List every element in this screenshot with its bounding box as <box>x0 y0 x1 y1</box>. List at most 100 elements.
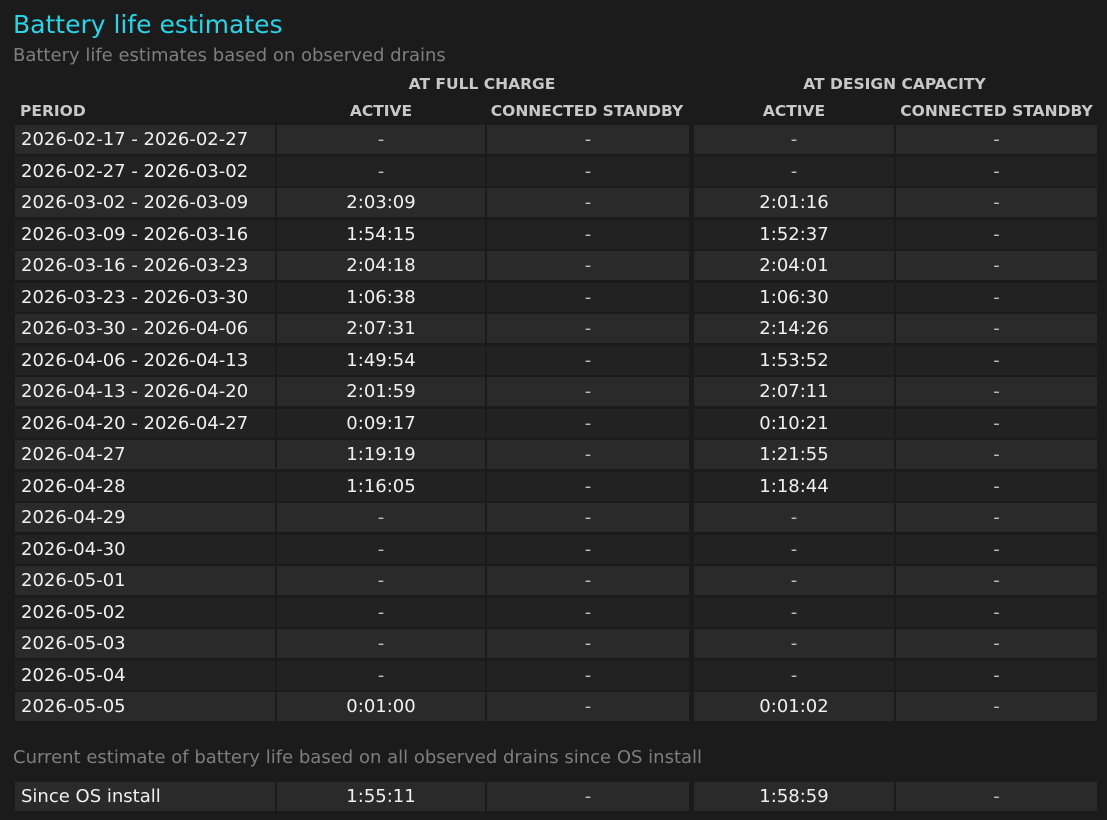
cell-full-charge-active: 2:07:31 <box>277 314 485 343</box>
cell-design-active: 0:10:21 <box>694 409 894 438</box>
cell-full-charge-standby: - <box>487 472 689 501</box>
cell-full-charge-active: 2:04:18 <box>277 251 485 280</box>
cell-design-standby: - <box>896 661 1097 690</box>
cell-design-standby: - <box>896 566 1097 595</box>
cell-full-charge-standby: - <box>487 283 689 312</box>
cell-period: 2026-04-13 - 2026-04-20 <box>15 377 275 406</box>
cell-full-charge-standby: - <box>487 440 689 469</box>
cell-period: 2026-04-20 - 2026-04-27 <box>15 409 275 438</box>
cell-design-standby: - <box>896 314 1097 343</box>
cell-period: 2026-05-03 <box>15 629 275 658</box>
cell-full-charge-standby: - <box>487 661 689 690</box>
cell-design-standby: - <box>896 535 1097 564</box>
cell-design-standby: - <box>896 629 1097 658</box>
cell-design-active: 1:21:55 <box>694 440 894 469</box>
column-header-full-charge-standby: CONNECTED STANDBY <box>490 102 684 120</box>
cell-full-charge-active: 2:01:59 <box>277 377 485 406</box>
cell-full-charge-active: 0:09:17 <box>277 409 485 438</box>
cell-design-standby: - <box>896 188 1097 217</box>
cell-period: 2026-05-05 <box>15 692 275 721</box>
cell-design-standby: - <box>896 346 1097 375</box>
cell-design-active: - <box>694 661 894 690</box>
cell-period: 2026-04-06 - 2026-04-13 <box>15 346 275 375</box>
cell-design-standby: - <box>896 472 1097 501</box>
cell-design-active: - <box>694 125 894 154</box>
cell-design-standby: - <box>896 440 1097 469</box>
cell-design-standby: - <box>896 125 1097 154</box>
cell-full-charge-standby: - <box>487 782 689 811</box>
cell-period: Since OS install <box>15 782 275 811</box>
cell-design-standby: - <box>896 251 1097 280</box>
cell-design-active: - <box>694 598 894 627</box>
cell-design-active: 1:58:59 <box>694 782 894 811</box>
cell-design-standby: - <box>896 409 1097 438</box>
cell-design-active: - <box>694 629 894 658</box>
cell-design-standby: - <box>896 598 1097 627</box>
cell-design-active: - <box>694 503 894 532</box>
cell-period: 2026-05-01 <box>15 566 275 595</box>
cell-full-charge-active: 1:49:54 <box>277 346 485 375</box>
cell-full-charge-active: 1:16:05 <box>277 472 485 501</box>
section-subtitle: Battery life estimates based on observed… <box>13 45 446 66</box>
cell-design-active: - <box>694 535 894 564</box>
cell-period: 2026-04-29 <box>15 503 275 532</box>
cell-design-standby: - <box>896 157 1097 186</box>
cell-full-charge-standby: - <box>487 157 689 186</box>
cell-full-charge-standby: - <box>487 566 689 595</box>
cell-full-charge-standby: - <box>487 535 689 564</box>
cell-full-charge-standby: - <box>487 346 689 375</box>
cell-design-active: 1:18:44 <box>694 472 894 501</box>
cell-full-charge-standby: - <box>487 629 689 658</box>
cell-period: 2026-05-02 <box>15 598 275 627</box>
cell-full-charge-standby: - <box>487 125 689 154</box>
cell-design-active: 2:14:26 <box>694 314 894 343</box>
cell-full-charge-active: - <box>277 535 485 564</box>
cell-design-standby: - <box>896 782 1097 811</box>
cell-design-active: 1:06:30 <box>694 283 894 312</box>
cell-period: 2026-03-30 - 2026-04-06 <box>15 314 275 343</box>
cell-design-standby: - <box>896 503 1097 532</box>
cell-full-charge-standby: - <box>487 314 689 343</box>
cell-design-standby: - <box>896 283 1097 312</box>
cell-period: 2026-03-16 - 2026-03-23 <box>15 251 275 280</box>
cell-full-charge-active: 1:06:38 <box>277 283 485 312</box>
cell-period: 2026-04-28 <box>15 472 275 501</box>
current-estimate-label: Current estimate of battery life based o… <box>13 747 703 768</box>
cell-full-charge-active: - <box>277 503 485 532</box>
cell-full-charge-active: - <box>277 661 485 690</box>
cell-full-charge-standby: - <box>487 251 689 280</box>
cell-full-charge-active: - <box>277 157 485 186</box>
group-header-full-charge: AT FULL CHARGE <box>408 75 556 93</box>
cell-design-active: 1:52:37 <box>694 220 894 249</box>
cell-period: 2026-05-04 <box>15 661 275 690</box>
cell-design-active: - <box>694 566 894 595</box>
cell-full-charge-active: - <box>277 125 485 154</box>
cell-design-standby: - <box>896 377 1097 406</box>
cell-period: 2026-02-17 - 2026-02-27 <box>15 125 275 154</box>
cell-design-active: 2:01:16 <box>694 188 894 217</box>
cell-full-charge-active: 1:54:15 <box>277 220 485 249</box>
column-header-full-charge-active: ACTIVE <box>349 102 413 120</box>
cell-full-charge-standby: - <box>487 377 689 406</box>
cell-full-charge-standby: - <box>487 220 689 249</box>
cell-full-charge-active: 1:19:19 <box>277 440 485 469</box>
cell-period: 2026-02-27 - 2026-03-02 <box>15 157 275 186</box>
column-header-design-standby: CONNECTED STANDBY <box>900 102 1093 120</box>
section-title: Battery life estimates <box>13 10 283 39</box>
column-header-period: PERIOD <box>20 102 86 120</box>
cell-full-charge-standby: - <box>487 503 689 532</box>
column-header-design-active: ACTIVE <box>762 102 826 120</box>
cell-design-active: - <box>694 157 894 186</box>
cell-design-active: 0:01:02 <box>694 692 894 721</box>
cell-full-charge-active: 0:01:00 <box>277 692 485 721</box>
group-header-design-capacity: AT DESIGN CAPACITY <box>803 75 986 93</box>
cell-period: 2026-04-27 <box>15 440 275 469</box>
cell-full-charge-active: 1:55:11 <box>277 782 485 811</box>
cell-design-standby: - <box>896 220 1097 249</box>
cell-period: 2026-03-23 - 2026-03-30 <box>15 283 275 312</box>
battery-report-page: Battery life estimates Battery life esti… <box>0 0 1107 820</box>
cell-full-charge-standby: - <box>487 692 689 721</box>
cell-full-charge-standby: - <box>487 598 689 627</box>
cell-full-charge-standby: - <box>487 188 689 217</box>
cell-period: 2026-04-30 <box>15 535 275 564</box>
